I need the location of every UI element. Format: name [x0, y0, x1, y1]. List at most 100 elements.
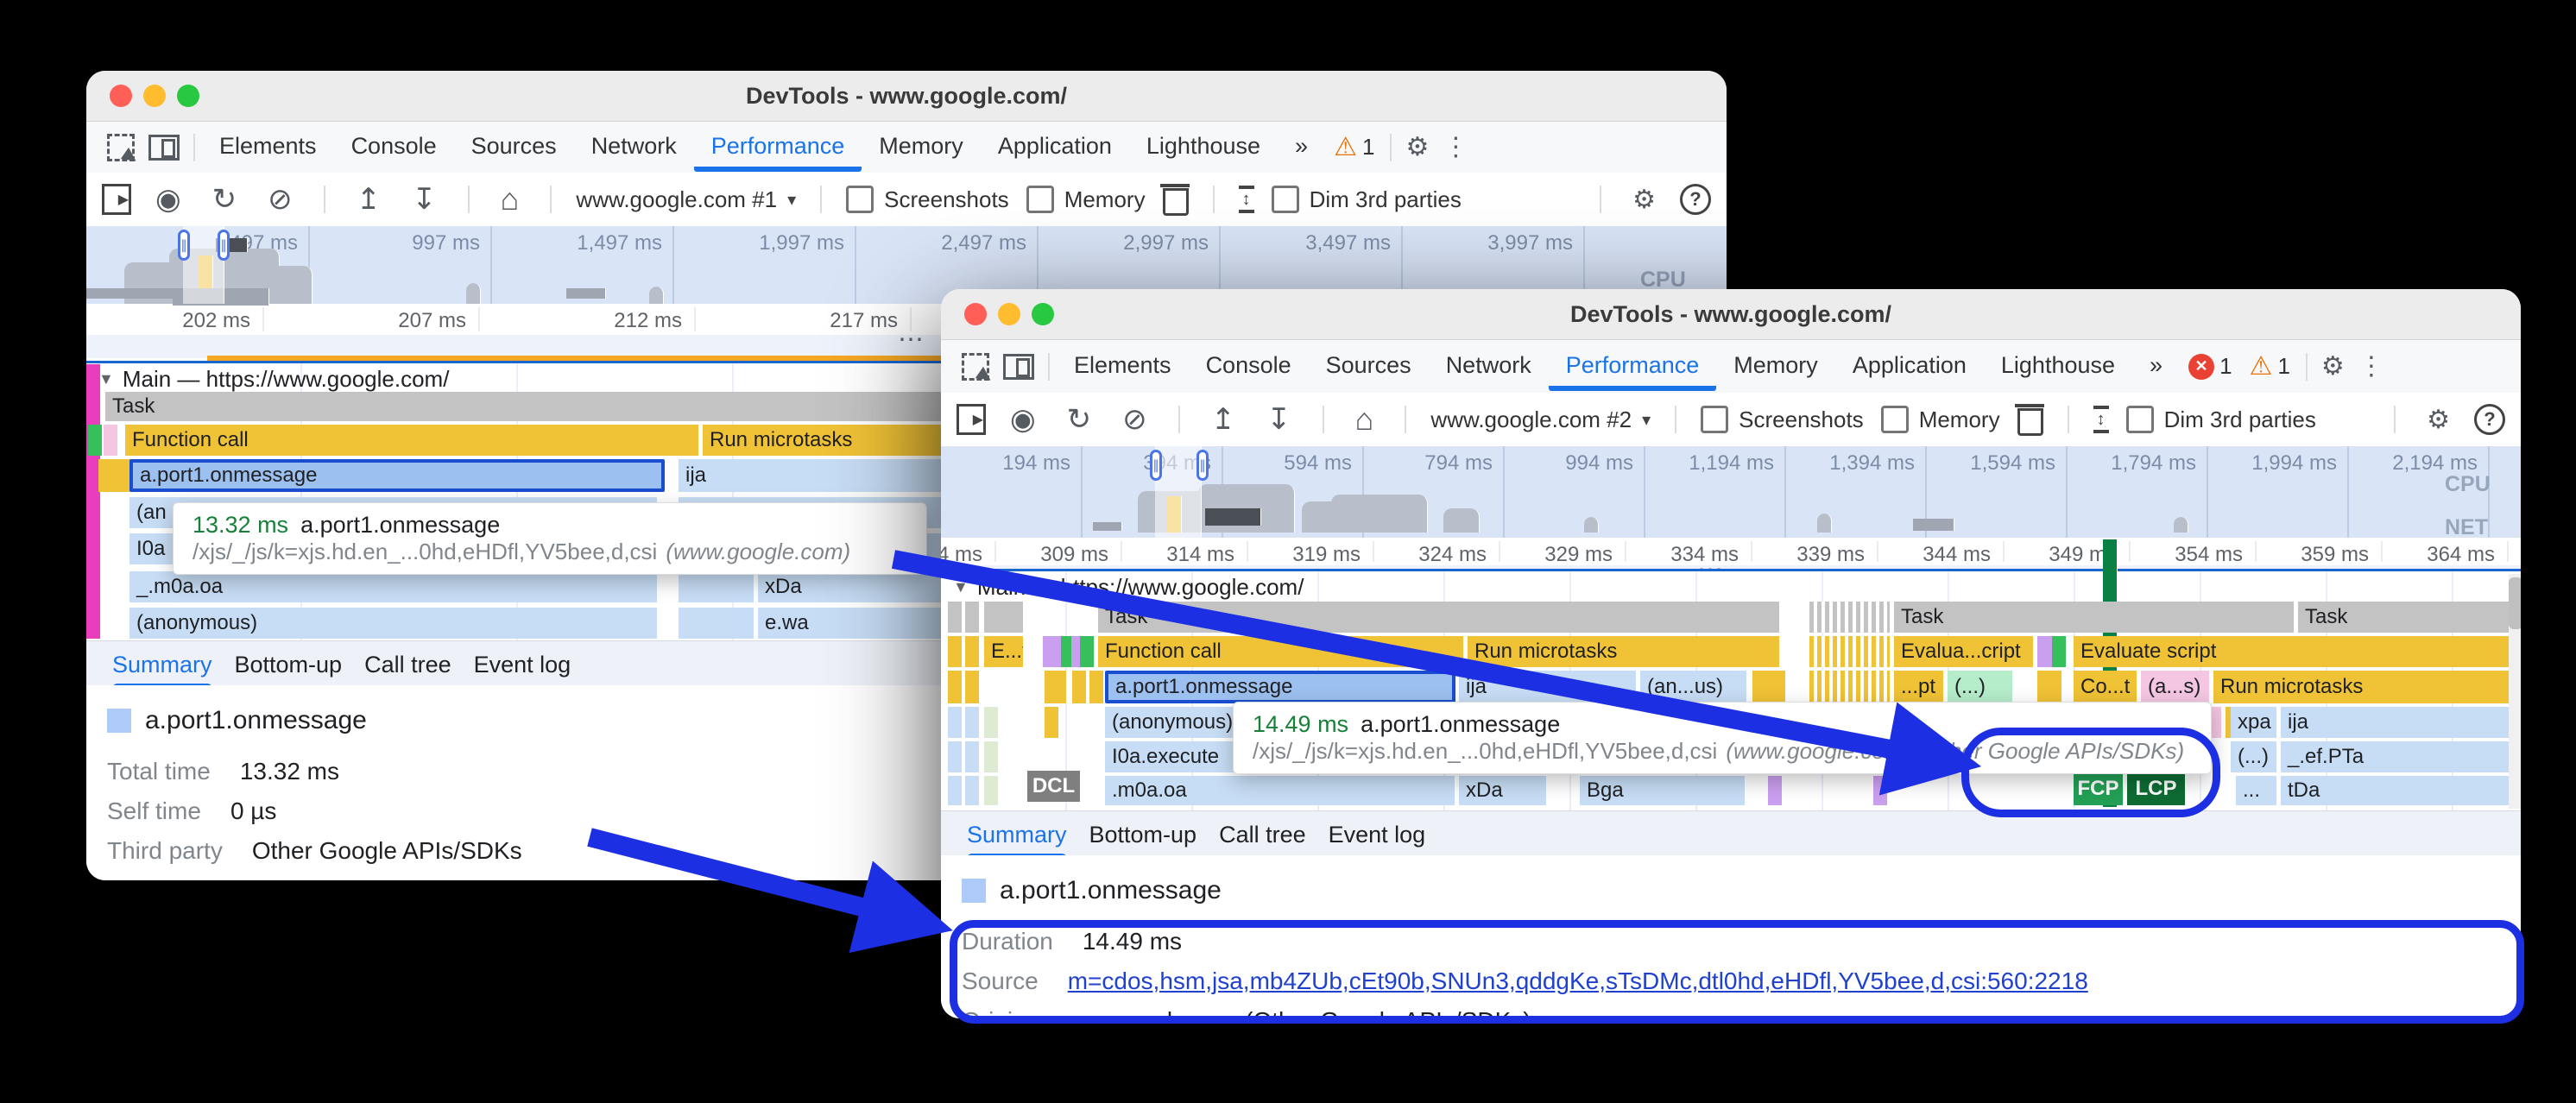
flame-bar[interactable]: ija [1459, 671, 1637, 703]
record-icon[interactable]: ◉ [155, 182, 181, 217]
upload-profile-icon[interactable]: ↥ [357, 182, 382, 217]
minimap-selection[interactable] [1155, 446, 1202, 538]
panel-sidebar-toggle-icon[interactable]: ▶ [102, 184, 131, 215]
dim-3rd-parties-checkbox[interactable]: Dim 3rd parties [1272, 186, 1462, 213]
flame-bar-run-microtasks[interactable]: Run microtasks [2213, 671, 2521, 703]
tab-bottom-up[interactable]: Bottom-up [1089, 811, 1197, 848]
flame-bar-function-call[interactable]: Function call [125, 425, 699, 456]
collect-garbage-icon[interactable] [1163, 188, 1189, 216]
collapse-caret-icon[interactable]: ▼ [953, 578, 969, 596]
selection-handle-left[interactable]: ∥ [178, 230, 190, 261]
selection-handle-left[interactable]: ∥ [1150, 450, 1162, 481]
tab-event-log[interactable]: Event log [1329, 811, 1426, 848]
device-toolbar-icon[interactable] [1003, 354, 1034, 380]
tab-elements[interactable]: Elements [202, 123, 334, 172]
task-bar[interactable]: Task [2298, 602, 2521, 633]
flame-bar[interactable]: xDa [1459, 776, 1547, 805]
tab-sources[interactable]: Sources [454, 123, 574, 172]
main-track-header[interactable]: ▼ Main — https://www.google.com/ [953, 574, 1304, 601]
memory-checkbox[interactable]: Memory [1026, 186, 1146, 213]
inspect-icon[interactable] [962, 353, 989, 381]
tab-call-tree[interactable]: Call tree [364, 641, 451, 678]
flame-bar[interactable]: (...) [2231, 741, 2277, 772]
kebab-menu-icon[interactable]: ⋮ [1443, 132, 1468, 162]
scrollbar-thumb[interactable] [2509, 577, 2521, 629]
flame-bar[interactable]: ija [2281, 707, 2521, 738]
flame-bar-evaluate-script[interactable]: E...t [984, 636, 1024, 667]
tab-memory[interactable]: Memory [1716, 342, 1835, 391]
tab-summary[interactable]: Summary [112, 641, 212, 689]
record-icon[interactable]: ◉ [1010, 402, 1036, 437]
titlebar[interactable]: DevTools - www.google.com/ [941, 289, 2521, 340]
kebab-menu-icon[interactable]: ⋮ [2358, 351, 2384, 381]
home-icon[interactable]: ⌂ [1355, 401, 1374, 438]
tab-performance[interactable]: Performance [694, 123, 862, 172]
download-profile-icon[interactable]: ↧ [1266, 402, 1291, 437]
clear-icon[interactable]: ⊘ [1122, 402, 1147, 437]
error-badge[interactable]: ✕ 1 [2188, 353, 2232, 380]
tab-console[interactable]: Console [334, 123, 454, 172]
task-bar[interactable]: Task [1894, 602, 2295, 633]
history-select[interactable]: www.google.com #2 ▾ [1430, 407, 1651, 433]
tab-performance[interactable]: Performance [1549, 342, 1717, 391]
selected-flame-bar[interactable]: a.port1.onmessage [1105, 671, 1455, 703]
capture-gear-icon[interactable]: ⚙ [1632, 185, 1656, 215]
flame-bar[interactable]: (an...us) [1640, 671, 1747, 703]
flame-bar[interactable]: ...pt [1894, 671, 1944, 703]
warning-badge[interactable]: ⚠ 1 [1334, 132, 1374, 162]
memory-checkbox[interactable]: Memory [1881, 406, 2000, 433]
capture-gear-icon[interactable]: ⚙ [2427, 405, 2450, 435]
inspect-icon[interactable] [107, 134, 135, 161]
more-tabs-button[interactable]: » [2132, 342, 2180, 391]
flame-bar[interactable]: Co...t [2074, 671, 2137, 703]
tab-event-log[interactable]: Event log [474, 641, 571, 678]
download-profile-icon[interactable]: ↧ [412, 182, 437, 217]
flame-bar[interactable]: (a...s) [2141, 671, 2210, 703]
clear-icon[interactable]: ⊘ [268, 182, 293, 217]
help-icon[interactable]: ? [2474, 404, 2505, 435]
more-tabs-button[interactable]: » [1278, 123, 1325, 172]
help-icon[interactable]: ? [1680, 184, 1711, 215]
tab-console[interactable]: Console [1189, 342, 1309, 391]
collect-garbage-icon[interactable] [2017, 408, 2043, 436]
settings-gear-icon[interactable]: ⚙ [1405, 132, 1429, 162]
tab-sources[interactable]: Sources [1309, 342, 1429, 391]
tab-lighthouse[interactable]: Lighthouse [1129, 123, 1278, 172]
selection-handle-right[interactable]: ∥ [218, 230, 230, 261]
flame-bar-evaluate-script[interactable]: Evaluate script [2074, 636, 2521, 667]
tab-application[interactable]: Application [981, 123, 1129, 172]
dim-3rd-parties-checkbox[interactable]: Dim 3rd parties [2126, 406, 2316, 433]
flame-bar[interactable] [679, 608, 754, 639]
dcl-marker[interactable]: DCL [1027, 771, 1081, 802]
flame-bar[interactable]: _.m0a.oa [129, 571, 658, 602]
tab-bottom-up[interactable]: Bottom-up [235, 641, 343, 678]
tab-memory[interactable]: Memory [862, 123, 981, 172]
flame-bar-function-call[interactable]: Function call [1098, 636, 1464, 667]
selection-handle-right[interactable]: ∥ [1196, 450, 1209, 481]
tab-elements[interactable]: Elements [1057, 342, 1189, 391]
device-toolbar-icon[interactable] [148, 135, 180, 161]
settings-gear-icon[interactable]: ⚙ [2321, 351, 2345, 381]
task-bar[interactable]: Task [1098, 602, 1780, 633]
flame-bar[interactable]: ... [2236, 776, 2277, 805]
reload-record-icon[interactable]: ↻ [212, 182, 237, 217]
flame-bar[interactable]: Bga [1580, 776, 1746, 805]
upload-profile-icon[interactable]: ↥ [1211, 402, 1236, 437]
flame-bar[interactable] [679, 571, 754, 602]
flame-bar[interactable]: tDa [2281, 776, 2521, 805]
screenshots-checkbox[interactable]: Screenshots [846, 186, 1009, 213]
capture-settings-icon[interactable]: ↕ [1239, 186, 1254, 213]
main-track-header[interactable]: ▼ Main — https://www.google.com/ [98, 366, 449, 393]
tab-summary[interactable]: Summary [967, 811, 1067, 859]
tab-call-tree[interactable]: Call tree [1219, 811, 1306, 848]
flame-bar-run-microtasks[interactable]: Run microtasks [1468, 636, 1780, 667]
flame-bar[interactable]: _.ef.PTa [2281, 741, 2521, 772]
home-icon[interactable]: ⌂ [501, 181, 520, 217]
tab-network[interactable]: Network [1429, 342, 1549, 391]
history-select[interactable]: www.google.com #1 ▾ [576, 186, 796, 213]
screenshots-checkbox[interactable]: Screenshots [1701, 406, 1864, 433]
warning-badge[interactable]: ⚠ 1 [2250, 351, 2290, 381]
flame-bar[interactable]: xpa [2231, 707, 2277, 738]
flame-bar[interactable]: (...) [1948, 671, 2013, 703]
capture-settings-icon[interactable]: ↕ [2093, 406, 2109, 433]
